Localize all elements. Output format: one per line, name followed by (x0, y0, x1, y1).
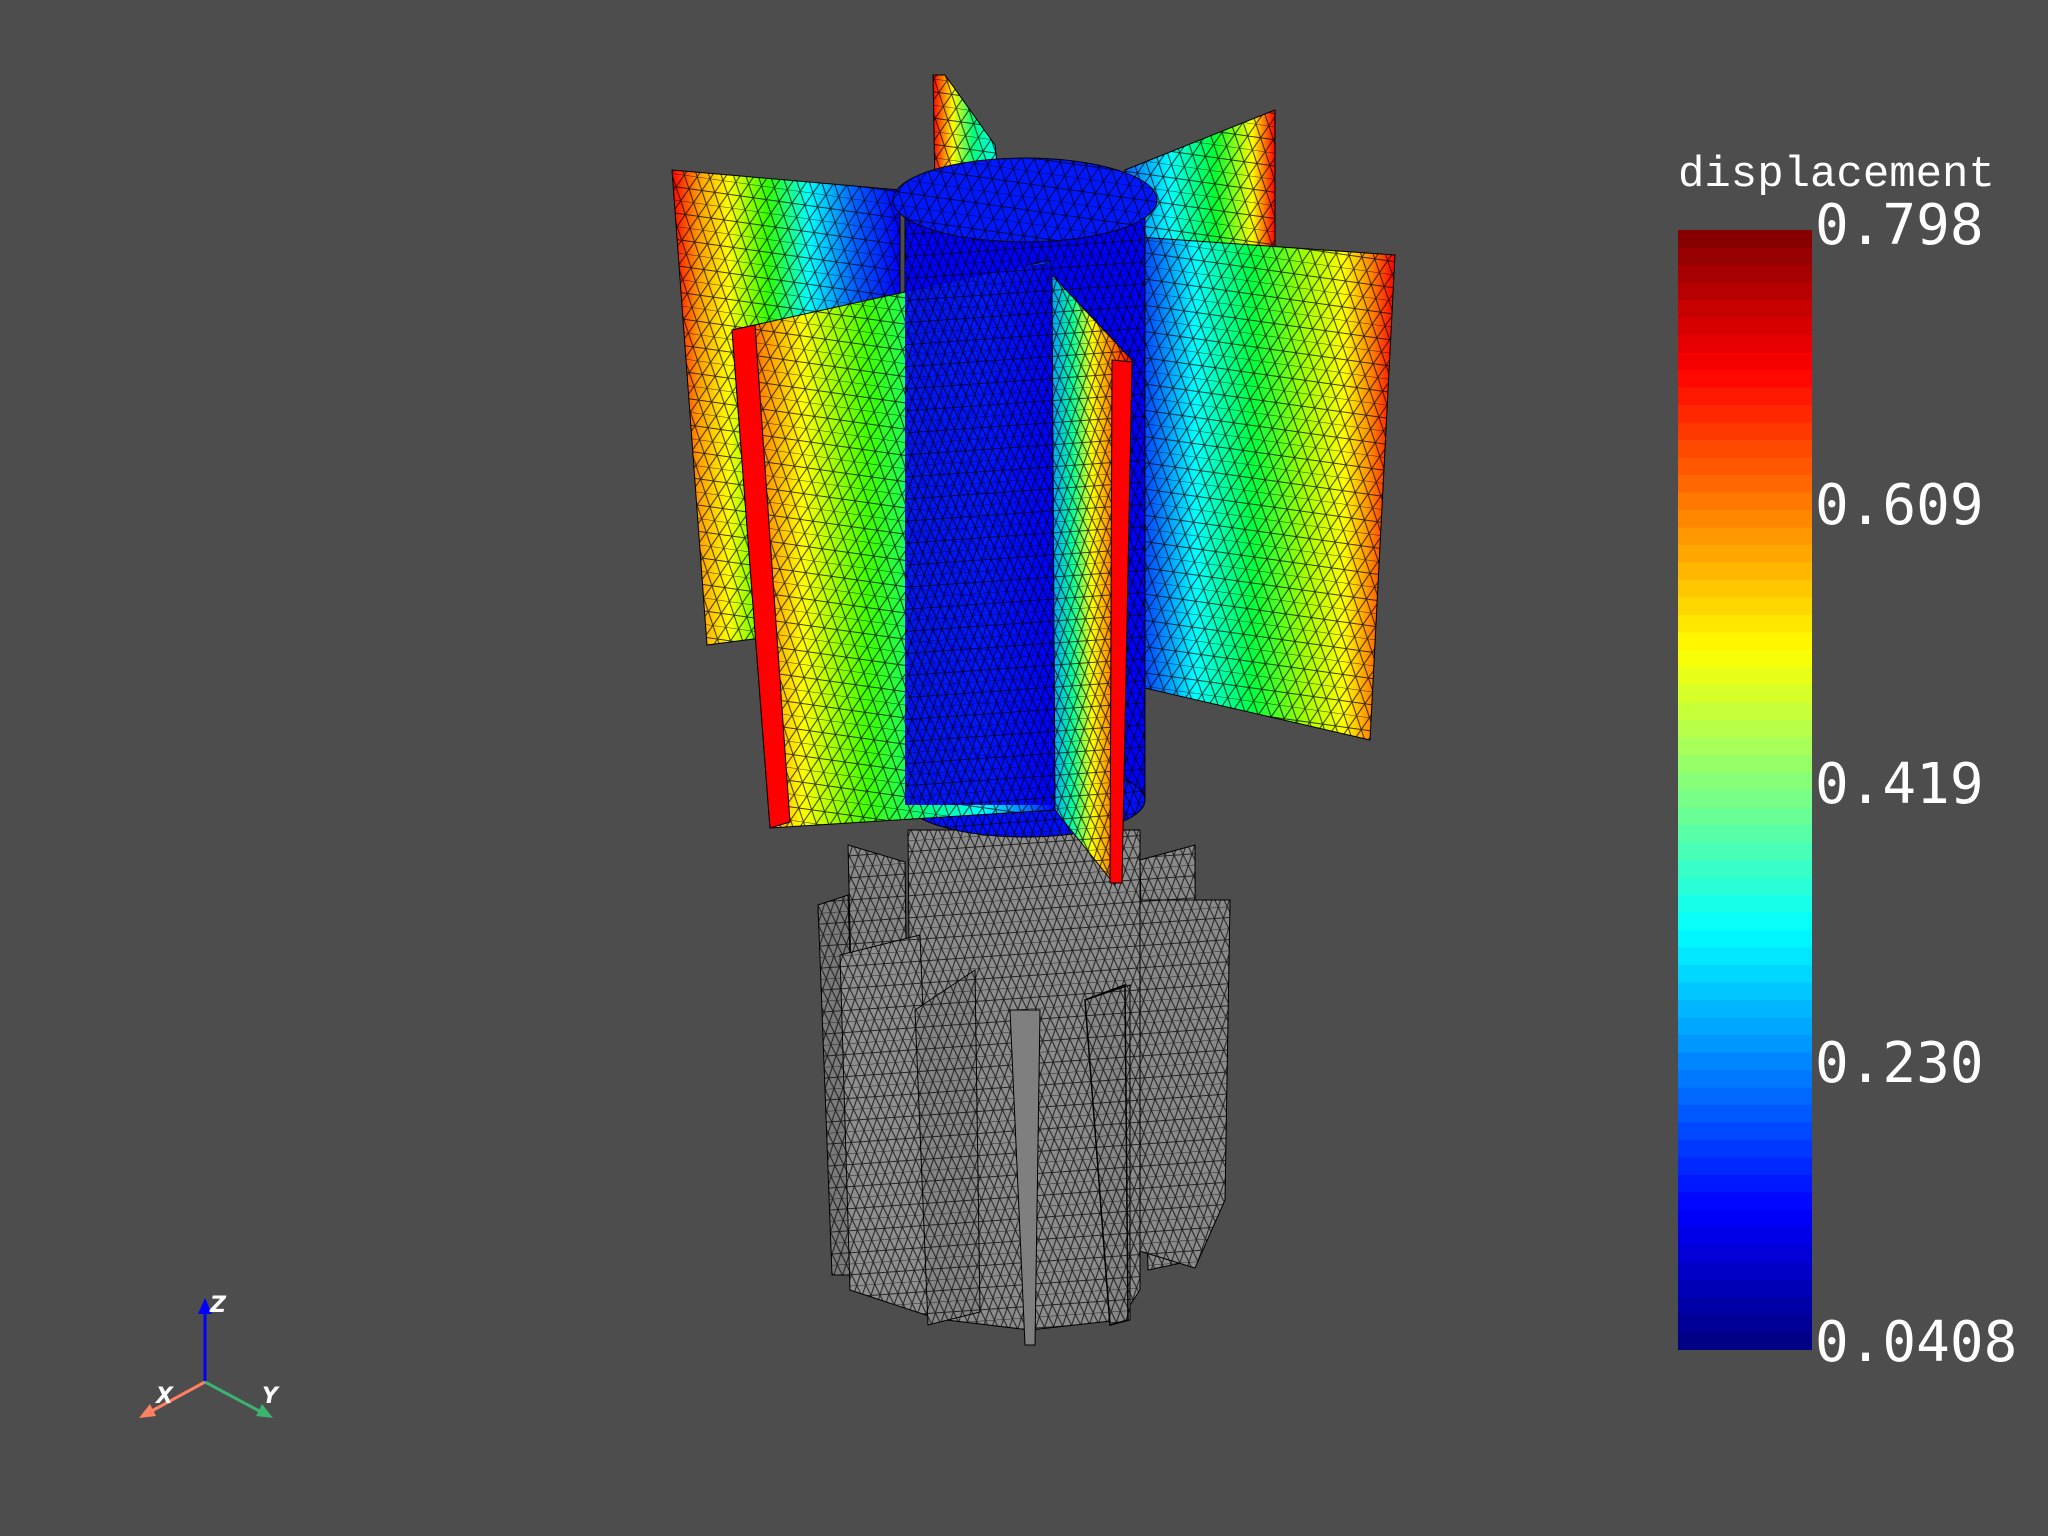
scalar-bar-band (1678, 405, 1812, 424)
x-axis-arrow (139, 1404, 156, 1418)
scalar-bar-band (1678, 1052, 1812, 1071)
scalar-bar-band (1678, 335, 1812, 354)
scalar-bar-band (1678, 685, 1812, 704)
scalar-bar-band (1678, 1227, 1812, 1246)
scalar-bar-band (1678, 1157, 1812, 1176)
scalar-bar-band (1678, 317, 1812, 336)
scalar-bar-band (1678, 300, 1812, 319)
scalar-bar-band (1678, 1210, 1812, 1229)
y-axis-label: Y (262, 1384, 280, 1409)
scalar-bar-band (1678, 1035, 1812, 1054)
scalar-bar-band (1678, 1245, 1812, 1264)
scalar-bar-band (1678, 737, 1812, 756)
scalar-bar-band (1678, 282, 1812, 301)
scalar-bar-band (1678, 702, 1812, 721)
undeformed-mesh (817, 829, 1231, 1346)
scalar-bar-band (1678, 597, 1812, 616)
scalar-bar-band (1678, 1315, 1812, 1334)
scalar-bar-band (1678, 667, 1812, 686)
scalar-bar-label-2: 0.609 (1815, 473, 1984, 538)
scalar-bar-band (1678, 247, 1812, 266)
scalar-bar-band (1678, 1122, 1812, 1141)
scalar-bar-band (1678, 352, 1812, 371)
scalar-bar-band (1678, 580, 1812, 599)
deformed-mesh (671, 74, 1396, 887)
scalar-bar-band (1678, 510, 1812, 529)
scalar-bar-band (1678, 912, 1812, 931)
render-viewport[interactable]: displacement 0.798 0.609 0.419 0.230 0.0… (0, 0, 2048, 1536)
scalar-bar-band (1678, 1332, 1812, 1350)
scalar-bar-band (1678, 475, 1812, 494)
scalar-bar-band (1678, 387, 1812, 406)
scalar-bar-band (1678, 825, 1812, 844)
scalar-bar-band (1678, 1105, 1812, 1124)
scalar-bar-band (1678, 492, 1812, 511)
scalar-bar-band (1678, 842, 1812, 861)
scalar-bar-band (1678, 440, 1812, 459)
orientation-axes-widget: Z X Y (139, 1293, 280, 1418)
z-axis-label: Z (209, 1293, 227, 1318)
scalar-bar-label-4: 0.230 (1815, 1031, 1984, 1096)
scalar-bar-band (1678, 1070, 1812, 1089)
scalar-bar-band (1678, 1175, 1812, 1194)
scalar-bar-band (1678, 1087, 1812, 1106)
scalar-bar-band (1678, 720, 1812, 739)
scalar-bar-band (1678, 1297, 1812, 1316)
scalar-bar-label-3: 0.419 (1815, 752, 1984, 817)
scalar-bar-band (1678, 965, 1812, 984)
scalar-bar (1678, 230, 1812, 1350)
scalar-bar-band (1678, 457, 1812, 476)
scalar-bar-band (1678, 930, 1812, 949)
scalar-bar-band (1678, 1192, 1812, 1211)
scalar-bar-band (1678, 265, 1812, 284)
scalar-bar-band (1678, 982, 1812, 1001)
scalar-bar-band (1678, 545, 1812, 564)
scalar-bar-band (1678, 1000, 1812, 1019)
scalar-bar-label-max: 0.798 (1815, 193, 1984, 258)
scalar-bar-band (1678, 1280, 1812, 1299)
scalar-bar-band (1678, 422, 1812, 441)
scalar-bar-band (1678, 1017, 1812, 1036)
scalar-bar-band (1678, 527, 1812, 546)
scalar-bar-band (1678, 755, 1812, 774)
scalar-bar-band (1678, 1262, 1812, 1281)
y-axis-line (204, 1380, 264, 1415)
scalar-bar-band (1678, 947, 1812, 966)
scalar-bar-band (1678, 807, 1812, 826)
scalar-bar-band (1678, 860, 1812, 879)
scalar-bar-band (1678, 650, 1812, 669)
scalar-bar-band (1678, 877, 1812, 896)
scalar-bar-band (1678, 632, 1812, 651)
scalar-bar-label-min: 0.0408 (1815, 1310, 2018, 1375)
scalar-bar-band (1678, 615, 1812, 634)
scalar-bar-band (1678, 895, 1812, 914)
scalar-bar-band (1678, 562, 1812, 581)
scalar-bar-band (1678, 1140, 1812, 1159)
scalar-bar-band (1678, 230, 1812, 249)
scalar-bar-band (1678, 790, 1812, 809)
scalar-bar-band (1678, 772, 1812, 791)
x-axis-label: X (154, 1384, 174, 1409)
scalar-bar-band (1678, 370, 1812, 389)
